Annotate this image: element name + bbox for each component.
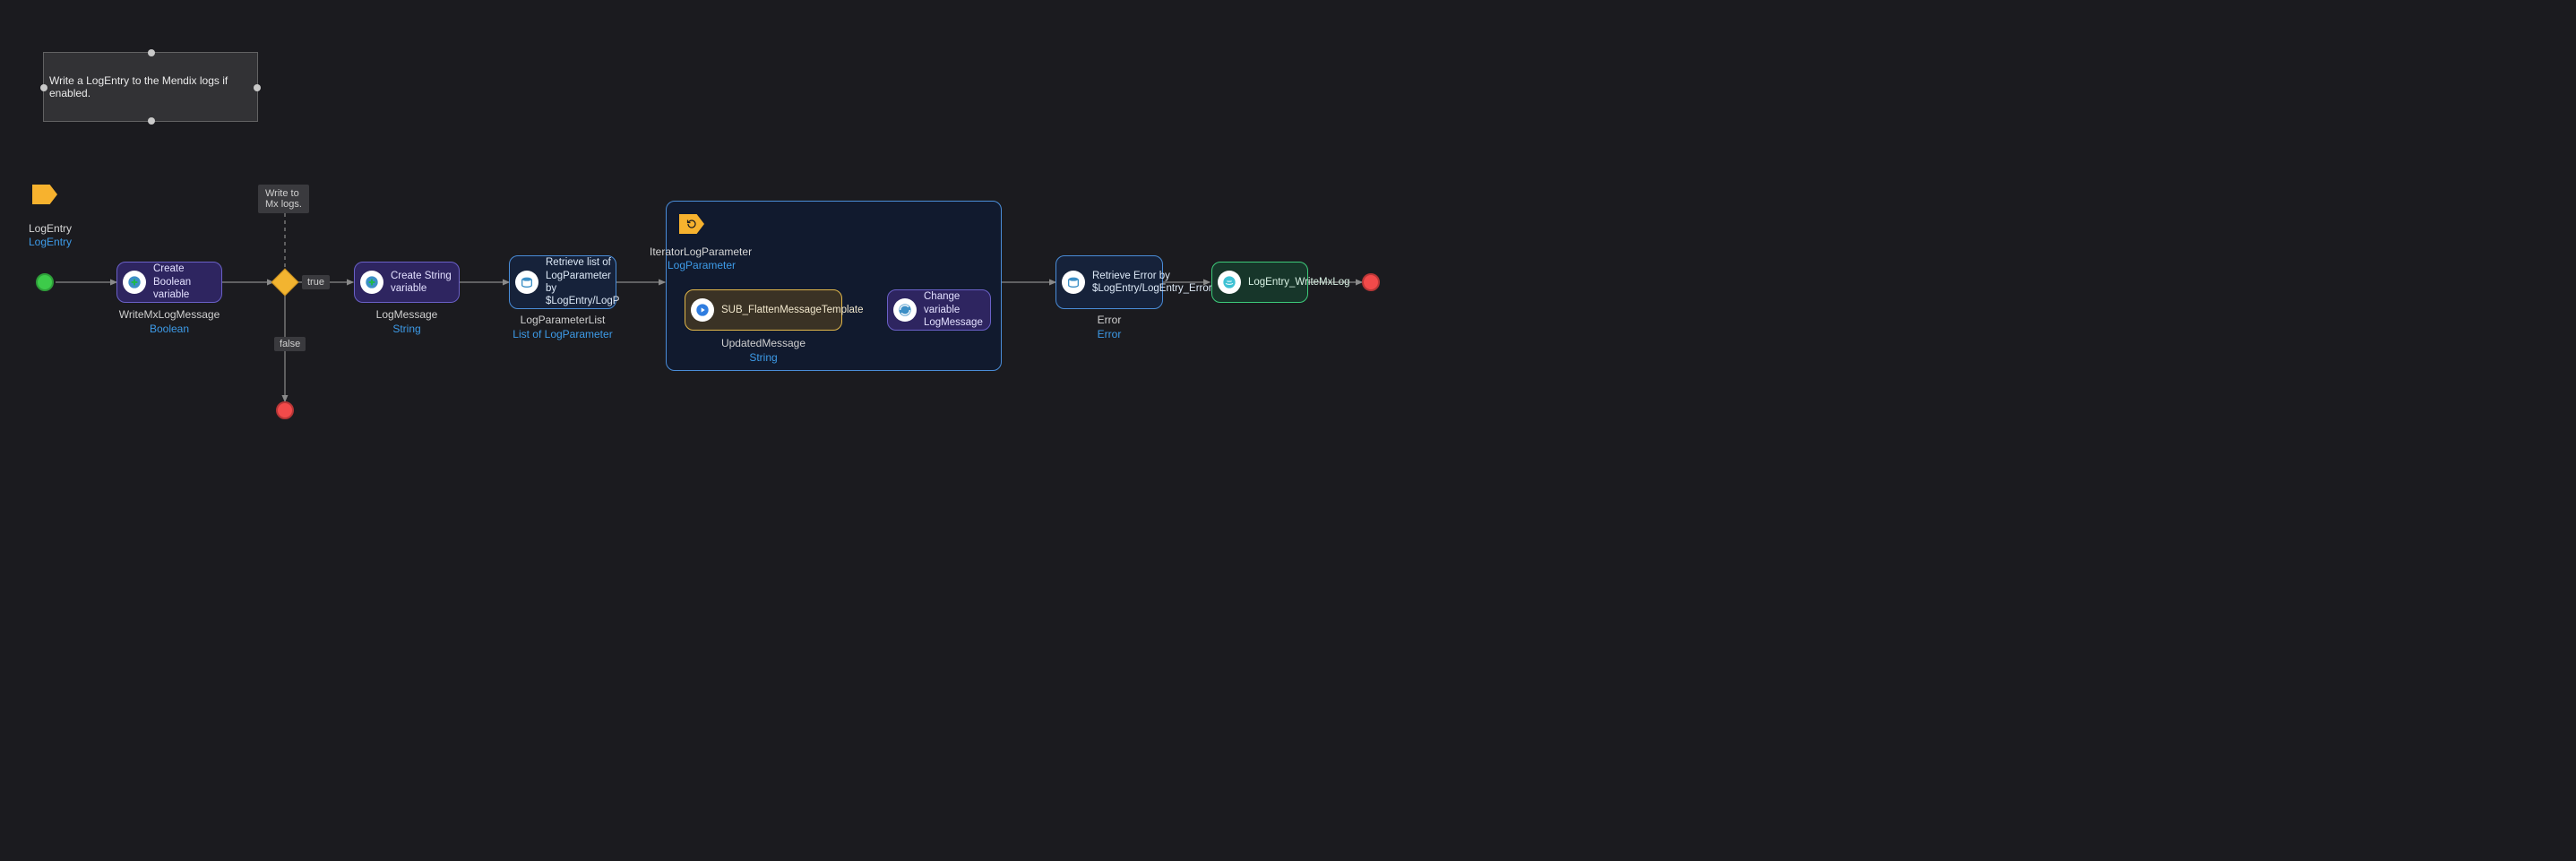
activity-retrieve-list[interactable]: Retrieve list of LogParameter by $LogEnt…	[509, 255, 616, 309]
microflow-canvas[interactable]: Write a LogEntry to the Mendix logs if e…	[0, 0, 1389, 475]
flow-label-false: false	[274, 337, 306, 351]
retrieve-icon	[515, 271, 538, 294]
activity-label: LogEntry_WriteMxLog	[1248, 276, 1350, 288]
resize-handle-e[interactable]	[254, 84, 261, 91]
create-variable-icon	[123, 271, 146, 294]
activity-label: Retrieve list of LogParameter by $LogEnt…	[546, 256, 619, 308]
java-action-icon	[1218, 271, 1241, 294]
parameter-name: LogEntry	[29, 222, 72, 235]
change-variable-icon	[893, 298, 917, 322]
activity-label: Create String variable	[391, 270, 453, 296]
activity-caption: LogParameterList	[500, 314, 625, 326]
activity-caption: UpdatedMessage	[685, 337, 842, 349]
activity-label: Create Boolean variable	[153, 263, 216, 301]
iterator-name: IteratorLogParameter	[650, 245, 752, 258]
activity-change-variable[interactable]: Change variable LogMessage	[887, 289, 991, 331]
resize-handle-n[interactable]	[148, 49, 155, 56]
iterator-type: LogParameter	[668, 259, 736, 271]
activity-create-string-variable[interactable]: Create String variable	[354, 262, 460, 303]
create-variable-icon	[360, 271, 383, 294]
annotation-box[interactable]: Write a LogEntry to the Mendix logs if e…	[43, 52, 258, 122]
parameter-type: LogEntry	[29, 236, 72, 248]
activity-type: Error	[1055, 328, 1163, 340]
activity-type: String	[354, 323, 460, 335]
annotation-text: Write a LogEntry to the Mendix logs if e…	[49, 74, 252, 99]
end-event[interactable]	[1362, 273, 1380, 291]
activity-create-boolean-variable[interactable]: Create Boolean variable	[116, 262, 222, 303]
loop-iterator-icon	[679, 214, 704, 234]
activity-type: Boolean	[116, 323, 222, 335]
start-event[interactable]	[36, 273, 54, 291]
end-event-false[interactable]	[276, 401, 294, 419]
activity-caption: LogMessage	[354, 308, 460, 321]
decision-caption: Write to Mx logs.	[258, 185, 309, 213]
decision-split[interactable]	[271, 268, 298, 296]
activity-retrieve-error[interactable]: Retrieve Error by $LogEntry/LogEntry_Err…	[1055, 255, 1163, 309]
activity-type: List of LogParameter	[500, 328, 625, 340]
flow-label-true: true	[302, 275, 330, 289]
activity-label: SUB_FlattenMessageTemplate	[721, 304, 864, 316]
microflow-call-icon	[691, 298, 714, 322]
activity-call-microflow[interactable]: SUB_FlattenMessageTemplate	[685, 289, 842, 331]
activity-label: Change variable LogMessage	[924, 290, 985, 329]
activity-type: String	[685, 351, 842, 364]
activity-java-action[interactable]: LogEntry_WriteMxLog	[1211, 262, 1308, 303]
parameter-icon[interactable]	[32, 185, 57, 204]
activity-caption: Error	[1055, 314, 1163, 326]
activity-caption: WriteMxLogMessage	[116, 308, 222, 321]
resize-handle-w[interactable]	[40, 84, 47, 91]
activity-label: Retrieve Error by $LogEntry/LogEntry_Err…	[1092, 270, 1212, 296]
resize-handle-s[interactable]	[148, 117, 155, 125]
retrieve-icon	[1062, 271, 1085, 294]
